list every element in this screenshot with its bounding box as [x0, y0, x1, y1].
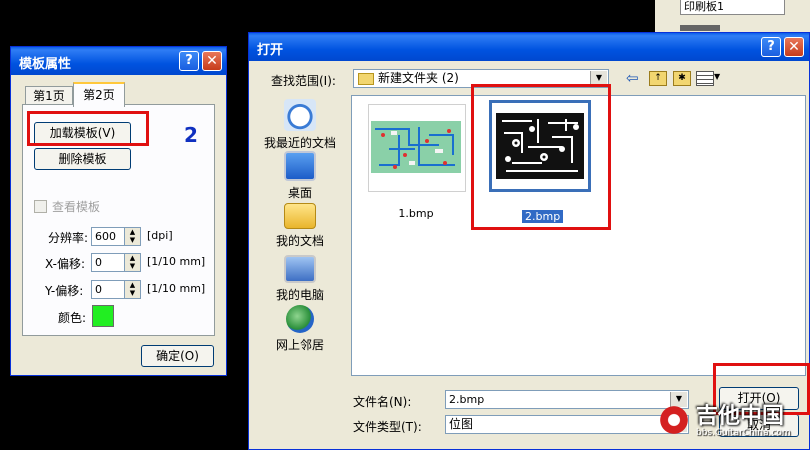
- color-swatch[interactable]: [92, 305, 114, 327]
- y-offset-label: Y-偏移:: [45, 284, 84, 298]
- place-label: 我的文档: [275, 234, 324, 248]
- watermark: 吉他中国 bbs.GuitarChina.com: [656, 398, 808, 446]
- back-arrow-icon[interactable]: ⇦: [626, 69, 639, 87]
- view-menu-chevron-icon[interactable]: ▼: [714, 72, 720, 81]
- x-offset-value: 0: [95, 256, 102, 269]
- resolution-unit: [dpi]: [147, 229, 173, 242]
- tab-page-1[interactable]: 第1页: [25, 86, 73, 105]
- close-icon[interactable]: ✕: [202, 51, 222, 71]
- y-offset-spinner[interactable]: ▲ ▼: [124, 281, 140, 298]
- filetype-value: 位图: [449, 417, 474, 431]
- bg-window-stub: [680, 25, 720, 31]
- help-icon[interactable]: ?: [179, 51, 199, 71]
- lookin-value: 新建文件夹 (2): [378, 71, 459, 85]
- place-network[interactable]: 网上邻居: [255, 305, 345, 353]
- close-icon[interactable]: ✕: [784, 37, 804, 57]
- place-label: 我最近的文档: [263, 136, 336, 150]
- open-dialog-titlebar: 打开 ? ✕: [249, 33, 809, 61]
- place-label: 我的电脑: [275, 288, 324, 302]
- my-documents-icon: [284, 203, 316, 229]
- highlight-selected-file: [471, 84, 611, 230]
- filetype-label: 文件类型(T):: [353, 420, 422, 434]
- resolution-input[interactable]: 600 ▲ ▼: [91, 227, 141, 246]
- ok-button[interactable]: 确定(O): [141, 345, 214, 367]
- watermark-url: bbs.GuitarChina.com: [696, 428, 791, 438]
- lookin-label: 查找范围(I):: [271, 74, 336, 88]
- x-offset-label: X-偏移:: [45, 257, 85, 271]
- filename-value: 2.bmp: [449, 393, 485, 406]
- file-name: 1.bmp: [398, 207, 434, 220]
- template-dialog-titlebar: 模板属性 ? ✕: [11, 47, 226, 75]
- place-label: 桌面: [287, 186, 312, 200]
- view-template-checkbox[interactable]: [34, 200, 47, 213]
- place-desktop[interactable]: 桌面: [255, 151, 345, 201]
- pcb-color-thumbnail: [368, 104, 466, 192]
- place-label: 网上邻居: [275, 338, 324, 352]
- new-folder-icon[interactable]: ✱: [673, 71, 691, 86]
- tab-page-2[interactable]: 第2页: [73, 82, 125, 107]
- help-icon[interactable]: ?: [761, 37, 781, 57]
- filetype-combobox[interactable]: 位图 ▼: [445, 415, 689, 434]
- file-item[interactable]: 1.bmp: [368, 104, 466, 224]
- bg-window-title-field: 印刷板1: [680, 0, 785, 15]
- highlight-load-button: [27, 111, 149, 146]
- y-offset-input[interactable]: 0 ▲ ▼: [91, 280, 141, 299]
- template-dialog-title: 模板属性: [19, 57, 72, 72]
- y-offset-value: 0: [95, 283, 102, 296]
- filename-combobox[interactable]: 2.bmp ▼: [445, 390, 689, 409]
- open-dialog-title: 打开: [257, 43, 284, 58]
- x-offset-unit: [1/10 mm]: [147, 255, 206, 268]
- desktop-icon: [284, 151, 316, 181]
- view-menu-icon[interactable]: [696, 71, 714, 86]
- resolution-label: 分辨率:: [48, 231, 89, 245]
- watermark-text: 吉他中国: [696, 404, 785, 429]
- places-bar: 我最近的文档 桌面 我的文档 我的电脑 网上邻居: [255, 97, 345, 353]
- place-recent-documents[interactable]: 我最近的文档: [255, 99, 345, 151]
- network-icon: [286, 305, 314, 333]
- view-template-label: 查看模板: [52, 200, 101, 214]
- delete-template-button[interactable]: 删除模板: [34, 148, 131, 170]
- folder-icon: [358, 72, 374, 85]
- place-my-documents[interactable]: 我的文档: [255, 203, 345, 249]
- x-offset-input[interactable]: 0 ▲ ▼: [91, 253, 141, 272]
- place-my-computer[interactable]: 我的电脑: [255, 255, 345, 303]
- template-properties-dialog: 模板属性 ? ✕ 第1页 第2页 加载模板(V) 删除模板 2 查看模板 分辨率…: [10, 46, 227, 376]
- y-offset-unit: [1/10 mm]: [147, 282, 206, 295]
- resolution-spinner[interactable]: ▲ ▼: [124, 228, 140, 245]
- x-offset-spinner[interactable]: ▲ ▼: [124, 254, 140, 271]
- watermark-logo-icon: [658, 404, 690, 436]
- annotation-number: 2: [184, 123, 198, 147]
- color-label: 颜色:: [58, 311, 87, 325]
- up-folder-icon[interactable]: ↑: [649, 71, 667, 86]
- my-computer-icon: [284, 255, 316, 283]
- resolution-value: 600: [95, 230, 116, 243]
- recent-documents-icon: [284, 99, 316, 131]
- filename-label: 文件名(N):: [353, 395, 412, 409]
